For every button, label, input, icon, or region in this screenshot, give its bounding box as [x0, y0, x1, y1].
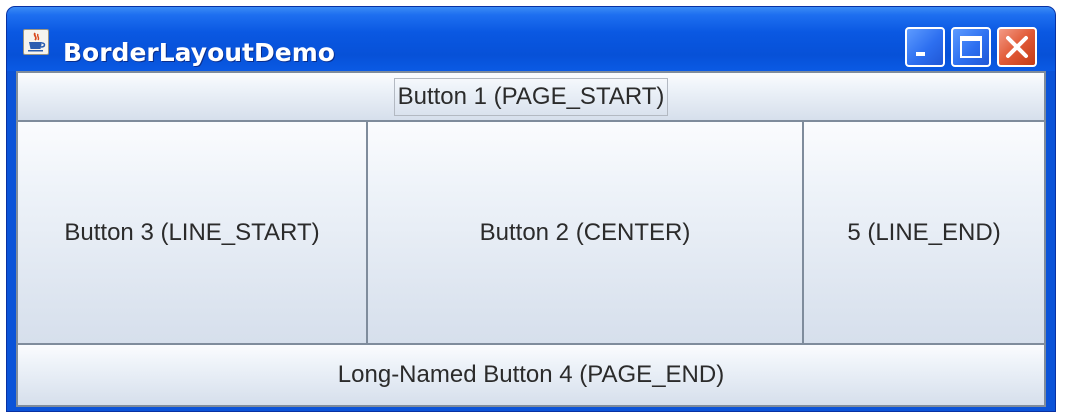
page-end-label: Long-Named Button 4 (PAGE_END)	[337, 361, 725, 388]
java-cup-glyph	[28, 32, 46, 52]
page-start-label: Button 1 (PAGE_START)	[393, 77, 669, 116]
center-label: Button 2 (CENTER)	[479, 218, 691, 246]
close-button[interactable]	[997, 27, 1037, 67]
line-start-label: Button 3 (LINE_START)	[64, 218, 320, 246]
line-end-button[interactable]: 5 (LINE_END)	[802, 120, 1046, 345]
minimize-button[interactable]	[905, 27, 945, 67]
java-icon[interactable]	[23, 29, 49, 55]
page-end-button[interactable]: Long-Named Button 4 (PAGE_END)	[16, 343, 1046, 407]
maximize-button[interactable]	[951, 27, 991, 67]
app-window: BorderLayoutDemo Button 1 (PAGE_START) B…	[6, 6, 1056, 412]
page-start-button[interactable]: Button 1 (PAGE_START)	[16, 71, 1046, 122]
content-pane: Button 1 (PAGE_START) Button 3 (LINE_STA…	[16, 71, 1046, 407]
center-button[interactable]: Button 2 (CENTER)	[366, 120, 804, 345]
line-end-label: 5 (LINE_END)	[847, 218, 1001, 246]
window-title: BorderLayoutDemo	[63, 38, 335, 67]
minimize-icon	[916, 52, 925, 56]
line-start-button[interactable]: Button 3 (LINE_START)	[16, 120, 368, 345]
title-bar[interactable]: BorderLayoutDemo	[7, 7, 1055, 71]
maximize-icon	[960, 36, 982, 58]
close-icon	[1006, 36, 1028, 58]
